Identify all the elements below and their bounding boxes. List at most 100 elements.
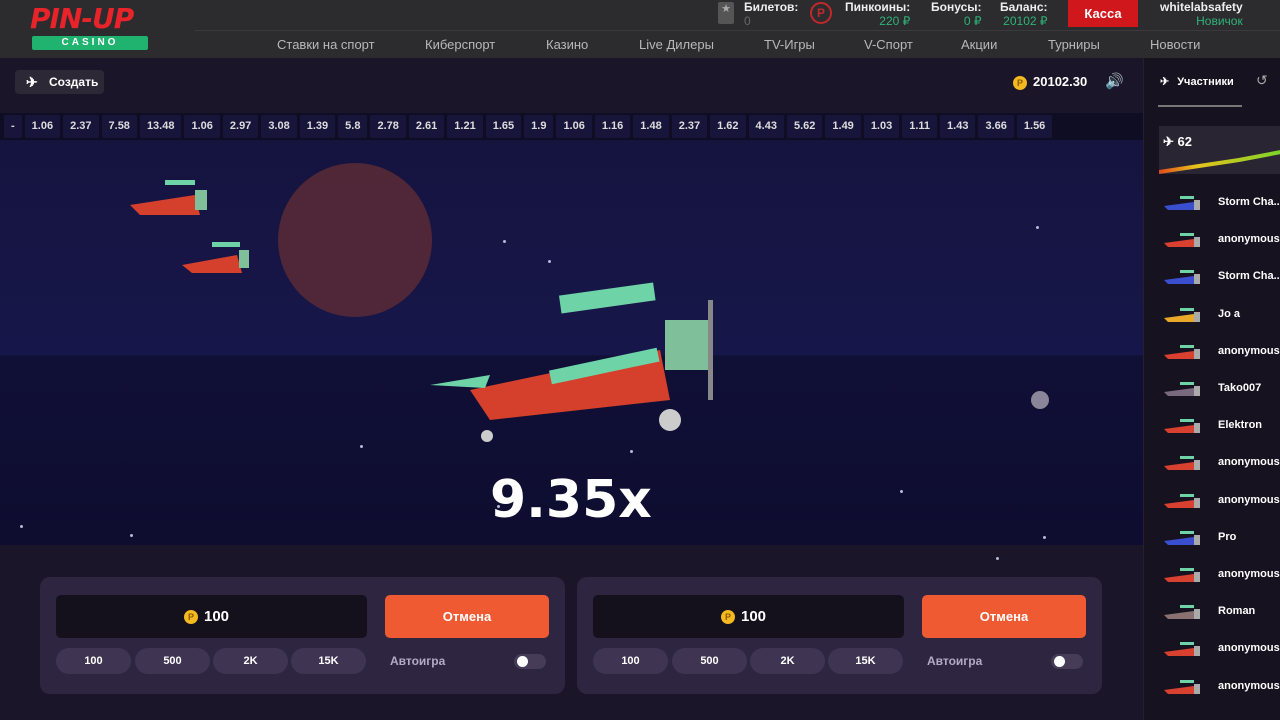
nav-news[interactable]: Новости (1150, 37, 1200, 52)
history-multiplier: 13.48 (139, 115, 182, 138)
player-plane-icon (1164, 456, 1200, 471)
moon (1031, 391, 1049, 409)
participants-chart: ✈ 62 (1159, 126, 1280, 174)
main-nav: Ставки на спорт Киберспорт Казино Live Д… (195, 30, 1280, 58)
player-name: anonymous (1218, 642, 1280, 655)
player-row: Roman (1164, 595, 1280, 632)
cashier-button[interactable]: Касса (1068, 0, 1138, 27)
player-name: Storm Cha.. (1218, 270, 1280, 283)
history-multiplier: 1.03 (863, 115, 900, 138)
player-row: anonymous (1164, 670, 1280, 707)
history-multiplier: 5.62 (786, 115, 823, 138)
bonus-stat: Бонусы: 0 ₽ (931, 0, 982, 28)
autoplay-toggle[interactable] (514, 654, 546, 669)
history-multiplier: 1.06 (184, 115, 220, 138)
player-row: anonymous (1164, 484, 1280, 521)
chip-2k[interactable]: 2K (750, 648, 825, 674)
cancel-bet-button[interactable]: Отмена (385, 595, 549, 638)
chip-2k[interactable]: 2K (213, 648, 288, 674)
participants-count: ✈ 62 (1163, 134, 1192, 149)
user-profile[interactable]: whitelabsafety Новичок (1160, 0, 1243, 28)
history-icon[interactable]: ↺ (1256, 72, 1268, 89)
participants-sidebar: ✈ Участники ↺ ✈ 62 Storm Cha.. anonymous St… (1143, 58, 1280, 720)
history-multiplier: 3.66 (978, 115, 1014, 138)
small-plane-2 (182, 242, 249, 273)
history-multiplier: - (4, 115, 22, 138)
tickets-icon: ★ (718, 2, 734, 24)
player-plane-icon (1164, 419, 1200, 434)
player-name: Roman (1218, 605, 1256, 618)
player-plane-icon (1164, 270, 1200, 285)
nav-casino[interactable]: Казино (546, 37, 588, 52)
history-multiplier: 3.08 (261, 115, 297, 138)
chip-15k[interactable]: 15K (828, 648, 903, 674)
player-name: anonymous (1218, 344, 1280, 357)
chip-100[interactable]: 100 (56, 648, 131, 674)
game-scene: 9.35x (0, 140, 1143, 560)
player-row: Tako007 (1164, 372, 1280, 409)
tab-participants[interactable]: ✈ Участники (1160, 75, 1234, 88)
player-plane-icon (1164, 196, 1200, 210)
player-name: anonymous (1218, 568, 1280, 580)
nav-live-dealers[interactable]: Live Дилеры (639, 37, 714, 52)
player-name: Pro (1218, 530, 1237, 543)
player-row: Pro (1164, 521, 1280, 558)
player-row: Storm Cha.. (1164, 186, 1280, 223)
player-name: Storm Cha.. (1218, 196, 1280, 208)
multiplier-history: -1.06 2.37 7.58 13.48 1.06 2.97 3.08 1.39 5.8 2.7… (0, 113, 1143, 140)
cancel-bet-button[interactable]: Отмена (922, 595, 1086, 638)
pincoins-stat: Пинкоины: 220 ₽ (845, 0, 911, 28)
history-multiplier: 2.37 (63, 115, 99, 138)
history-multiplier: 2.61 (408, 115, 445, 138)
player-plane-icon (1164, 382, 1200, 396)
nav-esports[interactable]: Киберспорт (425, 37, 495, 52)
create-button[interactable]: ✈ Создать (15, 70, 104, 94)
plane-icon: ✈ (26, 74, 38, 90)
player-name: anonymous (1218, 233, 1280, 246)
balance-stat: Баланс: 20102 ₽ (1000, 0, 1048, 28)
nav-tv-games[interactable]: TV-Игры (764, 37, 815, 52)
history-multiplier: 1.06 (556, 115, 592, 138)
history-multiplier: 1.49 (825, 115, 861, 138)
player-plane-icon (1164, 530, 1200, 545)
player-plane-icon (1164, 605, 1200, 620)
history-multiplier: 2.37 (671, 115, 708, 138)
bet-panel-1: P 100 Отмена 100 500 2K 15K Автоигра (40, 577, 565, 694)
autoplay-label: Автоигра (390, 654, 446, 668)
bet-panel-2: P 100 Отмена 100 500 2K 15K Автоигра (577, 577, 1102, 694)
player-row: anonymous (1164, 558, 1280, 595)
nav-sports[interactable]: Ставки на спорт (277, 37, 375, 52)
chip-500[interactable]: 500 (135, 648, 210, 674)
player-row: Jo a (1164, 298, 1280, 335)
player-plane-icon (1164, 307, 1200, 322)
player-row: anonymous (1164, 446, 1280, 483)
player-plane-icon (1164, 493, 1200, 508)
chip-500[interactable]: 500 (672, 648, 747, 674)
coin-icon: P (1013, 75, 1027, 90)
nav-v-sport[interactable]: V-Спорт (864, 37, 913, 52)
nav-tournaments[interactable]: Турниры (1048, 37, 1100, 52)
history-multiplier: 1.11 (902, 115, 938, 138)
history-multiplier: 1.65 (485, 115, 522, 138)
player-name: Tako007 (1218, 382, 1262, 394)
pinup-logo[interactable]: PIN-UP CASINO (30, 2, 150, 50)
tickets-stat: Билетов: 0 (744, 0, 799, 28)
history-multiplier: 1.48 (633, 115, 669, 138)
nav-promotions[interactable]: Акции (961, 37, 997, 52)
coin-icon: P (721, 610, 735, 625)
sound-icon[interactable]: 🔊 (1105, 72, 1124, 90)
game-balance: P 20102.30 (1013, 74, 1087, 90)
history-multiplier: 1.56 (1016, 115, 1053, 138)
bet-amount-input[interactable]: P 100 (593, 595, 904, 638)
player-row: anonymous (1164, 223, 1280, 260)
chip-15k[interactable]: 15K (291, 648, 366, 674)
departure-icon: ✈ (1160, 76, 1170, 88)
bet-amount-input[interactable]: P 100 (56, 595, 367, 638)
history-multiplier: 7.58 (101, 115, 137, 138)
autoplay-toggle[interactable] (1051, 654, 1083, 669)
history-multiplier: 1.21 (447, 115, 483, 138)
planet (278, 163, 432, 317)
history-multiplier: 5.8 (338, 115, 368, 138)
chip-100[interactable]: 100 (593, 648, 668, 674)
history-multiplier: 2.97 (222, 115, 259, 138)
